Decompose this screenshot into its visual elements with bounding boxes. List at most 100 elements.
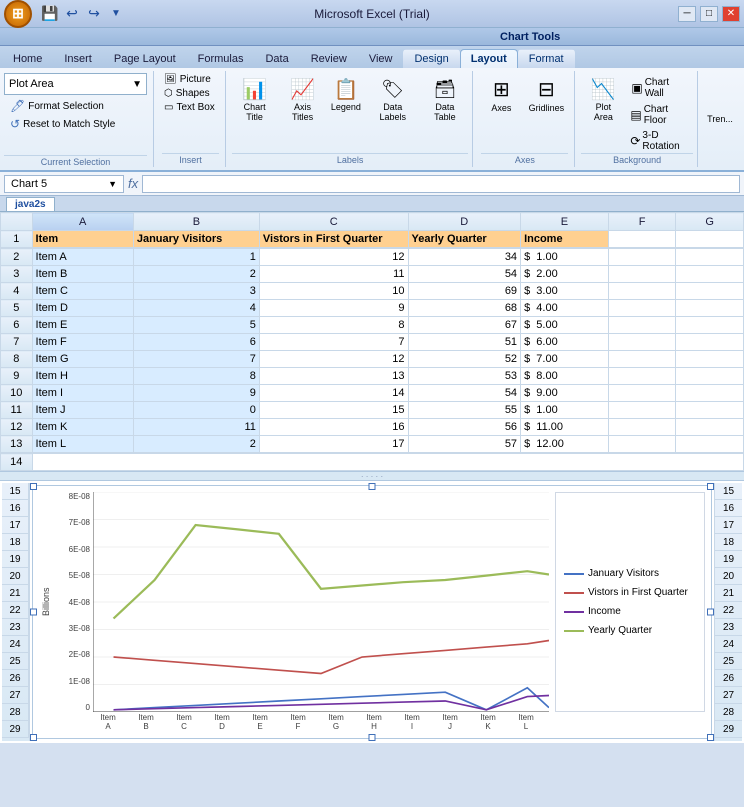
cell-g[interactable] bbox=[676, 317, 744, 334]
cell-d[interactable]: 54 bbox=[408, 385, 521, 402]
cell-f[interactable] bbox=[608, 419, 676, 436]
cell-b[interactable]: 3 bbox=[133, 283, 259, 300]
cell-b[interactable]: 4 bbox=[133, 300, 259, 317]
cell-a[interactable]: Item G bbox=[32, 351, 133, 368]
cell-e[interactable]: $ 9.00 bbox=[521, 385, 609, 402]
chart-floor-btn[interactable]: ▤ Chart Floor bbox=[627, 103, 693, 127]
cell-d[interactable]: 67 bbox=[408, 317, 521, 334]
cell-c[interactable]: 17 bbox=[259, 436, 408, 453]
cell-a[interactable]: Item L bbox=[32, 436, 133, 453]
cell-f[interactable] bbox=[608, 283, 676, 300]
data-table-btn[interactable]: 🗃 Data Table bbox=[421, 73, 468, 125]
redo-icon[interactable]: ↪ bbox=[84, 4, 104, 24]
tab-review[interactable]: Review bbox=[300, 49, 358, 68]
col-header-a[interactable]: A bbox=[32, 213, 133, 231]
cell-e[interactable]: $ 11.00 bbox=[521, 419, 609, 436]
cell-f[interactable] bbox=[608, 249, 676, 266]
cell-g1[interactable] bbox=[676, 231, 744, 248]
cell-e[interactable]: $ 12.00 bbox=[521, 436, 609, 453]
cell-a1[interactable]: Item bbox=[32, 231, 133, 248]
cell-e[interactable]: $ 6.00 bbox=[521, 334, 609, 351]
trendline-btn[interactable]: Tren... bbox=[707, 114, 733, 124]
cell-a[interactable]: Item B bbox=[32, 266, 133, 283]
office-button[interactable]: ⊞ bbox=[4, 0, 32, 28]
cell-a[interactable]: Item I bbox=[32, 385, 133, 402]
cell-g[interactable] bbox=[676, 436, 744, 453]
cell-d[interactable]: 55 bbox=[408, 402, 521, 419]
workbook-tab[interactable]: java2s bbox=[6, 197, 55, 211]
minimize-btn[interactable]: ─ bbox=[678, 6, 696, 22]
cell-a[interactable]: Item K bbox=[32, 419, 133, 436]
col-header-g[interactable]: G bbox=[676, 213, 744, 231]
cell-d[interactable]: 57 bbox=[408, 436, 521, 453]
embedded-chart[interactable]: Billions 8E-08 7E-08 6E-08 5E-08 4E-08 3… bbox=[32, 485, 712, 739]
picture-btn[interactable]: 🖼 Picture bbox=[162, 73, 219, 86]
tab-layout[interactable]: Layout bbox=[460, 49, 518, 68]
cell-c[interactable]: 10 bbox=[259, 283, 408, 300]
handle-mr[interactable] bbox=[707, 608, 714, 615]
cell-b[interactable]: 9 bbox=[133, 385, 259, 402]
cell-f1[interactable] bbox=[608, 231, 676, 248]
cell-e1[interactable]: Income bbox=[521, 231, 609, 248]
cell-g[interactable] bbox=[676, 419, 744, 436]
col-header-c[interactable]: C bbox=[259, 213, 408, 231]
cell-b[interactable]: 5 bbox=[133, 317, 259, 334]
cell-b[interactable]: 2 bbox=[133, 266, 259, 283]
cell-g[interactable] bbox=[676, 402, 744, 419]
cell-c1[interactable]: Vistors in First Quarter bbox=[259, 231, 408, 248]
cell-b[interactable]: 11 bbox=[133, 419, 259, 436]
cell-b[interactable]: 6 bbox=[133, 334, 259, 351]
col-header-e[interactable]: E bbox=[521, 213, 609, 231]
cell-e[interactable]: $ 8.00 bbox=[521, 368, 609, 385]
handle-br[interactable] bbox=[707, 734, 714, 741]
cell-d[interactable]: 52 bbox=[408, 351, 521, 368]
maximize-btn[interactable]: □ bbox=[700, 6, 718, 22]
cell-e[interactable]: $ 4.00 bbox=[521, 300, 609, 317]
cell-f[interactable] bbox=[608, 385, 676, 402]
legend-btn[interactable]: 📋 Legend bbox=[328, 73, 364, 115]
cell-b1[interactable]: January Visitors bbox=[133, 231, 259, 248]
cell-f[interactable] bbox=[608, 368, 676, 385]
col-header-b[interactable]: B bbox=[133, 213, 259, 231]
dropdown-arrow-icon[interactable]: ▼ bbox=[106, 4, 126, 24]
cell-e[interactable]: $ 3.00 bbox=[521, 283, 609, 300]
close-btn[interactable]: ✕ bbox=[722, 6, 740, 22]
cell-e[interactable]: $ 2.00 bbox=[521, 266, 609, 283]
plot-area-dropdown[interactable]: Plot Area ▼ bbox=[4, 73, 147, 95]
cell-g[interactable] bbox=[676, 283, 744, 300]
name-box[interactable]: Chart 5 ▼ bbox=[4, 175, 124, 193]
cell-e[interactable]: $ 1.00 bbox=[521, 249, 609, 266]
data-labels-btn[interactable]: 🏷 Data Labels bbox=[367, 73, 419, 125]
undo-icon[interactable]: ↩ bbox=[62, 4, 82, 24]
cell-e[interactable]: $ 5.00 bbox=[521, 317, 609, 334]
cell-g[interactable] bbox=[676, 368, 744, 385]
col-header-f[interactable]: F bbox=[608, 213, 676, 231]
cell-a[interactable]: Item F bbox=[32, 334, 133, 351]
cell-a[interactable]: Item D bbox=[32, 300, 133, 317]
tab-view[interactable]: View bbox=[358, 49, 404, 68]
cell-b[interactable]: 8 bbox=[133, 368, 259, 385]
cell-a[interactable]: Item C bbox=[32, 283, 133, 300]
cell-f[interactable] bbox=[608, 317, 676, 334]
handle-tm[interactable] bbox=[369, 483, 376, 490]
shapes-btn[interactable]: ⬡ Shapes bbox=[162, 87, 219, 100]
cell-c[interactable]: 9 bbox=[259, 300, 408, 317]
cell-b[interactable]: 0 bbox=[133, 402, 259, 419]
cell-d[interactable]: 54 bbox=[408, 266, 521, 283]
axis-titles-btn[interactable]: 📈 Axis Titles bbox=[280, 73, 325, 125]
chart-title-btn[interactable]: 📊 Chart Title bbox=[232, 73, 277, 125]
cell-g[interactable] bbox=[676, 351, 744, 368]
cell-b[interactable]: 1 bbox=[133, 249, 259, 266]
cell-d[interactable]: 34 bbox=[408, 249, 521, 266]
cell-a[interactable]: Item H bbox=[32, 368, 133, 385]
cell-d[interactable]: 53 bbox=[408, 368, 521, 385]
col-header-d[interactable]: D bbox=[408, 213, 521, 231]
gridlines-btn[interactable]: ⊟ Gridlines bbox=[524, 73, 568, 115]
cell-f[interactable] bbox=[608, 334, 676, 351]
cell-c[interactable]: 12 bbox=[259, 249, 408, 266]
cell-a[interactable]: Item J bbox=[32, 402, 133, 419]
tab-format[interactable]: Format bbox=[518, 49, 575, 68]
tab-formulas[interactable]: Formulas bbox=[187, 49, 255, 68]
cell-f[interactable] bbox=[608, 351, 676, 368]
cell-d1[interactable]: Yearly Quarter bbox=[408, 231, 521, 248]
